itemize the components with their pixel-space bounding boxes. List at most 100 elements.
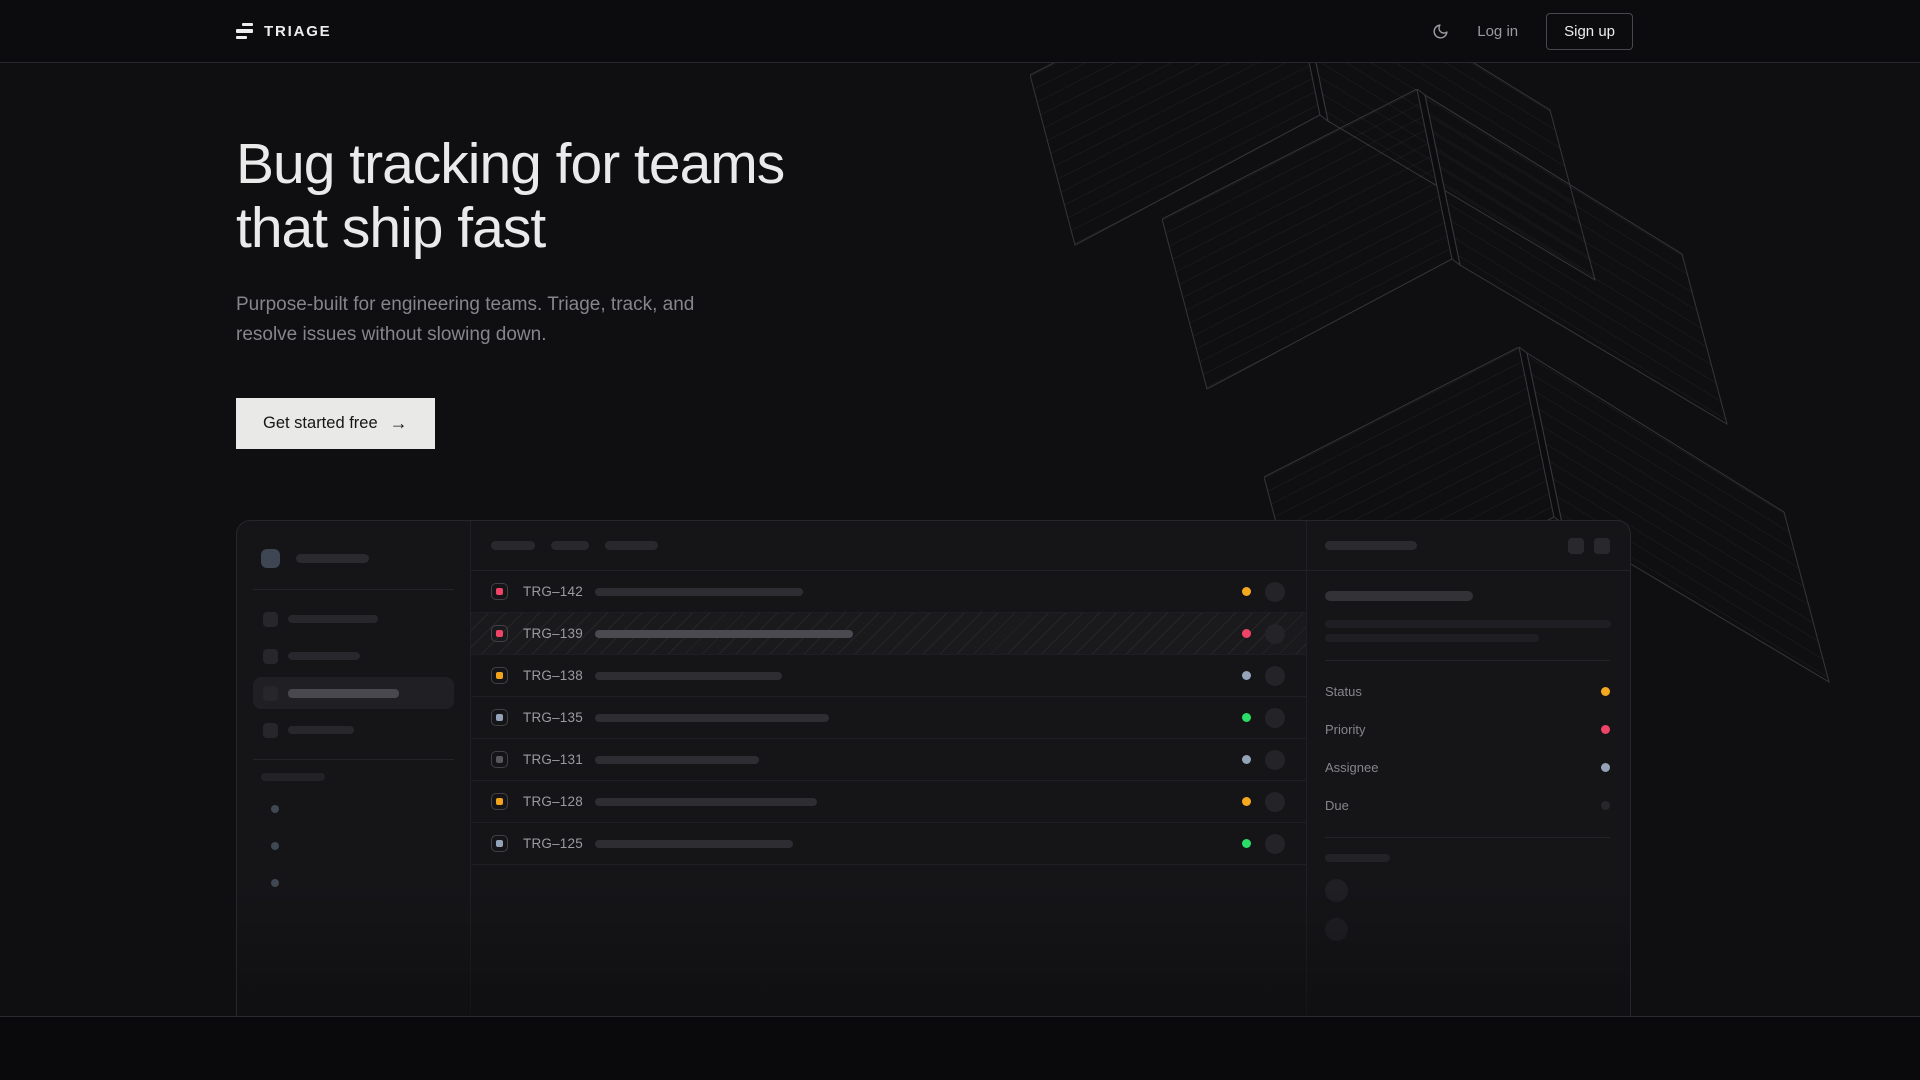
sidebar-dot — [271, 879, 279, 887]
sidebar-dot-list — [253, 805, 454, 887]
sidebar-dot — [271, 842, 279, 850]
mockup-detail-panel: Status Priority Assignee Due — [1306, 521, 1630, 1016]
detail-field-label: Assignee — [1325, 760, 1378, 775]
filter-placeholder — [605, 541, 658, 550]
hero-heading: Bug tracking for teams that ship fast — [236, 132, 784, 260]
hero-subtitle: Purpose-built for engineering teams. Tri… — [236, 290, 716, 350]
panel-divider — [1325, 660, 1610, 661]
avatar — [1265, 792, 1285, 812]
issue-title-placeholder — [595, 840, 793, 848]
arrow-right-icon: → — [390, 413, 408, 434]
panel-button-placeholder — [1594, 538, 1610, 554]
panel-header-buttons — [1568, 538, 1610, 554]
triage-logo-icon — [236, 23, 253, 39]
issue-id: TRG–131 — [523, 752, 585, 767]
issue-title-placeholder — [595, 798, 817, 806]
mockup-sidebar-nav — [253, 603, 454, 746]
status-dot — [1242, 797, 1251, 806]
sidebar-nav-item — [253, 714, 454, 746]
detail-field-row: Assignee — [1325, 748, 1610, 786]
detail-field-row: Due — [1325, 786, 1610, 824]
issue-title-placeholder — [595, 756, 759, 764]
priority-icon — [491, 709, 508, 726]
sidebar-dot — [271, 805, 279, 813]
issue-row: TRG–128 — [471, 781, 1306, 823]
signup-button[interactable]: Sign up — [1546, 13, 1633, 50]
detail-field-row: Priority — [1325, 710, 1610, 748]
sidebar-section-label-placeholder — [261, 773, 325, 781]
app-mockup: TRG–142 TRG–139 TRG–138 TRG–135 TRG–131 … — [236, 520, 1631, 1016]
detail-field-dot — [1601, 687, 1610, 696]
issue-title-placeholder — [595, 630, 853, 638]
avatar — [1265, 582, 1285, 602]
priority-icon — [491, 751, 508, 768]
footer-section — [0, 1016, 1920, 1080]
detail-field-label: Status — [1325, 684, 1362, 699]
login-link[interactable]: Log in — [1477, 23, 1518, 40]
sidebar-nav-item — [253, 603, 454, 635]
brand[interactable]: TRIAGE — [236, 23, 331, 40]
status-dot — [1242, 839, 1251, 848]
nav-item-placeholder — [288, 652, 360, 660]
nav-item-icon — [263, 649, 278, 664]
detail-field-label: Priority — [1325, 722, 1365, 737]
workspace-name-placeholder — [296, 554, 369, 563]
issue-row: TRG–142 — [471, 571, 1306, 613]
nav-right: Log in Sign up — [1432, 13, 1633, 50]
detail-field-label: Due — [1325, 798, 1349, 813]
priority-icon — [491, 793, 508, 810]
status-dot — [1242, 671, 1251, 680]
filter-placeholder — [551, 541, 589, 550]
avatar — [1325, 918, 1348, 941]
get-started-button[interactable]: Get started free → — [236, 398, 435, 449]
issue-row: TRG–131 — [471, 739, 1306, 781]
issue-title-placeholder — [595, 714, 829, 722]
nav-item-placeholder — [288, 615, 378, 623]
moon-icon — [1432, 23, 1449, 40]
detail-field-dot — [1601, 801, 1610, 810]
mockup-workspace-row — [253, 549, 454, 568]
nav-inner: TRIAGE Log in Sign up — [236, 0, 1633, 62]
nav-item-icon — [263, 686, 278, 701]
sidebar-divider — [253, 589, 454, 590]
issue-row: TRG–138 — [471, 655, 1306, 697]
nav-item-placeholder — [288, 726, 354, 734]
theme-toggle-button[interactable] — [1432, 23, 1449, 40]
detail-field-dot — [1601, 763, 1610, 772]
status-dot — [1242, 713, 1251, 722]
nav-item-icon — [263, 612, 278, 627]
priority-icon — [491, 835, 508, 852]
brand-name: TRIAGE — [264, 23, 331, 40]
sidebar-nav-item — [253, 640, 454, 672]
avatar — [1265, 834, 1285, 854]
issue-row: TRG–125 — [471, 823, 1306, 865]
issue-list-rows: TRG–142 TRG–139 TRG–138 TRG–135 TRG–131 … — [471, 571, 1306, 865]
detail-field-row: Status — [1325, 672, 1610, 710]
priority-icon — [491, 583, 508, 600]
hero-heading-line1: Bug tracking for teams — [236, 132, 784, 196]
workspace-icon — [261, 549, 280, 568]
avatar — [1265, 624, 1285, 644]
sidebar-divider — [253, 759, 454, 760]
top-nav: TRIAGE Log in Sign up — [0, 0, 1920, 63]
hero-section: Bug tracking for teams that ship fast Pu… — [0, 63, 1920, 1016]
avatar — [1265, 750, 1285, 770]
get-started-label: Get started free — [263, 414, 378, 433]
activity-label-placeholder — [1325, 854, 1390, 862]
detail-fields: Status Priority Assignee Due — [1325, 672, 1610, 824]
status-dot — [1242, 587, 1251, 596]
nav-item-placeholder — [288, 689, 399, 698]
filter-placeholder — [491, 541, 535, 550]
detail-field-dot — [1601, 725, 1610, 734]
issue-description-placeholder — [1325, 620, 1611, 628]
issue-title-placeholder — [595, 588, 803, 596]
mockup-sidebar — [237, 521, 471, 1016]
issue-id: TRG–139 — [523, 626, 585, 641]
status-dot — [1242, 629, 1251, 638]
panel-button-placeholder — [1568, 538, 1584, 554]
avatar — [1325, 879, 1348, 902]
issue-id: TRG–128 — [523, 794, 585, 809]
detail-panel-body: Status Priority Assignee Due — [1307, 571, 1630, 941]
issue-title-placeholder — [1325, 591, 1473, 601]
avatar — [1265, 666, 1285, 686]
